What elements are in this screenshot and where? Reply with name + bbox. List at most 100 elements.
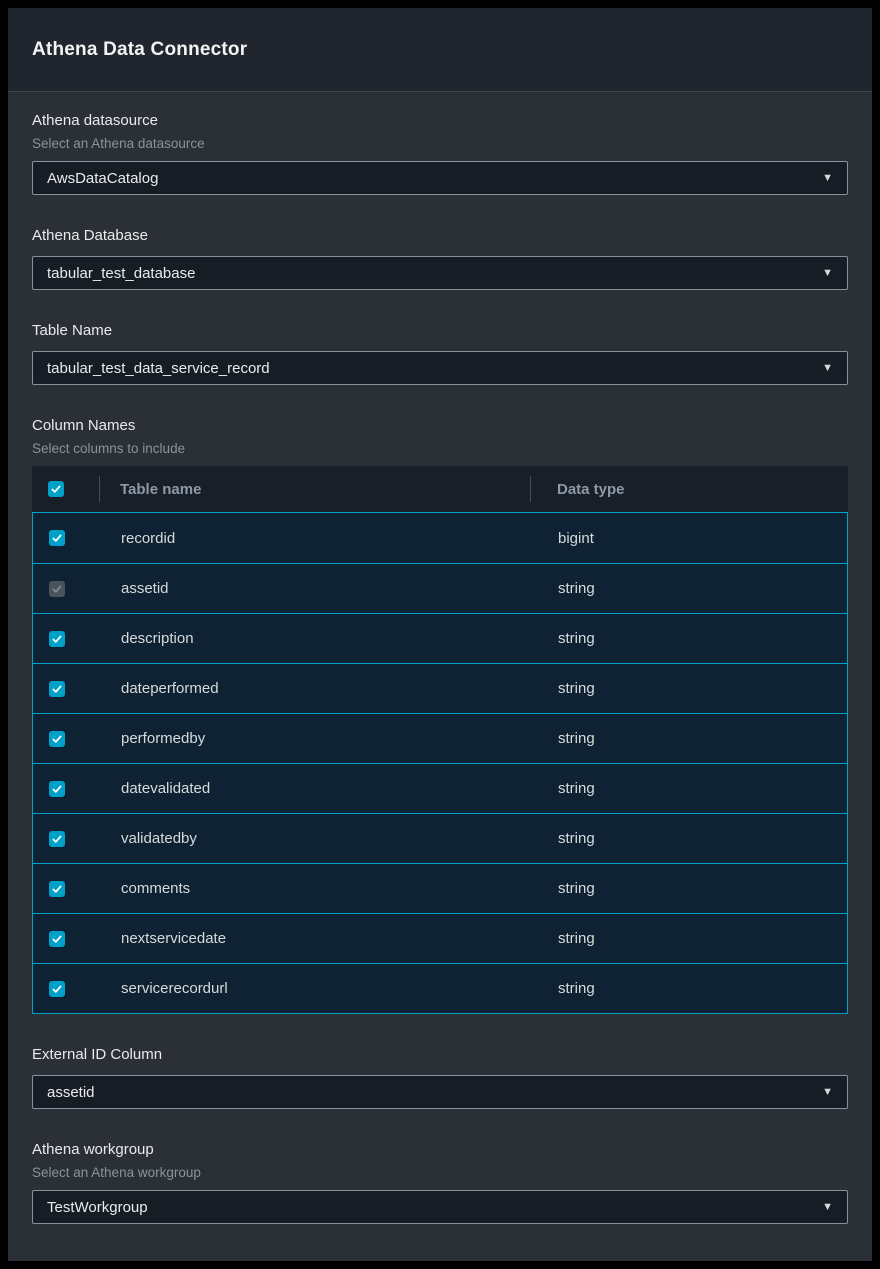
column-name-cell: datevalidated (100, 780, 531, 797)
chevron-down-icon: ▼ (822, 363, 833, 374)
row-checkbox[interactable] (49, 781, 65, 797)
check-icon (51, 833, 63, 845)
row-checkbox[interactable] (49, 931, 65, 947)
table-row[interactable]: comments string (33, 863, 847, 913)
column-name-cell: dateperformed (100, 680, 531, 697)
column-type-cell: string (531, 780, 847, 797)
row-checkbox[interactable] (49, 530, 65, 546)
datasource-description: Select an Athena datasource (32, 136, 848, 151)
column-header-type: Data type (530, 466, 848, 512)
check-icon (51, 933, 63, 945)
external-id-select[interactable]: assetid ▼ (32, 1075, 848, 1109)
chevron-down-icon: ▼ (822, 268, 833, 279)
datasource-select-value: AwsDataCatalog (47, 170, 158, 187)
row-checkbox-cell (33, 731, 100, 747)
row-checkbox[interactable] (49, 981, 65, 997)
check-icon (51, 983, 63, 995)
table-row[interactable]: validatedby string (33, 813, 847, 863)
column-type-cell: bigint (531, 530, 847, 547)
row-checkbox[interactable] (49, 631, 65, 647)
columns-table-header: Table name Data type (32, 466, 848, 512)
panel-body: Athena datasource Select an Athena datas… (8, 92, 872, 1261)
chevron-down-icon: ▼ (822, 1087, 833, 1098)
check-icon (51, 633, 63, 645)
column-type-cell: string (531, 630, 847, 647)
row-checkbox[interactable] (49, 881, 65, 897)
row-checkbox-cell (33, 781, 100, 797)
column-names-label: Column Names (32, 417, 848, 434)
column-type-cell: string (531, 930, 847, 947)
panel-header: Athena Data Connector (8, 8, 872, 92)
column-name-cell: comments (100, 880, 531, 897)
table-row[interactable]: nextservicedate string (33, 913, 847, 963)
column-type-cell: string (531, 980, 847, 997)
column-name-cell: nextservicedate (100, 930, 531, 947)
datasource-select[interactable]: AwsDataCatalog ▼ (32, 161, 848, 195)
column-type-cell: string (531, 680, 847, 697)
columns-table-body: recordid bigint assetid string descripti… (32, 512, 848, 1014)
chevron-down-icon: ▼ (822, 1202, 833, 1213)
row-checkbox[interactable] (49, 831, 65, 847)
column-names-description: Select columns to include (32, 441, 848, 456)
row-checkbox-cell (33, 931, 100, 947)
workgroup-label: Athena workgroup (32, 1141, 848, 1158)
table-row[interactable]: datevalidated string (33, 763, 847, 813)
column-type-cell: string (531, 730, 847, 747)
row-checkbox-cell (33, 881, 100, 897)
table-row[interactable]: description string (33, 613, 847, 663)
field-column-names: Column Names Select columns to include T… (32, 417, 848, 1014)
column-header-name: Table name (99, 466, 530, 512)
check-icon (50, 483, 62, 495)
connector-panel: Athena Data Connector Athena datasource … (8, 8, 872, 1261)
workgroup-select[interactable]: TestWorkgroup ▼ (32, 1190, 848, 1224)
columns-table: Table name Data type recordid bigint a (32, 466, 848, 1014)
check-icon (51, 883, 63, 895)
table-row[interactable]: recordid bigint (33, 513, 847, 563)
chevron-down-icon: ▼ (822, 173, 833, 184)
workgroup-select-value: TestWorkgroup (47, 1199, 148, 1216)
field-athena-database: Athena Database tabular_test_database ▼ (32, 227, 848, 290)
row-checkbox[interactable] (49, 681, 65, 697)
field-external-id-column: External ID Column assetid ▼ (32, 1046, 848, 1109)
column-name-cell: validatedby (100, 830, 531, 847)
field-athena-workgroup: Athena workgroup Select an Athena workgr… (32, 1141, 848, 1224)
row-checkbox[interactable] (49, 731, 65, 747)
column-name-cell: description (100, 630, 531, 647)
workgroup-description: Select an Athena workgroup (32, 1165, 848, 1180)
athena-connector-page: Athena Data Connector Athena datasource … (0, 0, 880, 1269)
check-icon (51, 583, 63, 595)
row-checkbox (49, 581, 65, 597)
datasource-label: Athena datasource (32, 112, 848, 129)
database-select[interactable]: tabular_test_database ▼ (32, 256, 848, 290)
table-name-select[interactable]: tabular_test_data_service_record ▼ (32, 351, 848, 385)
column-type-cell: string (531, 830, 847, 847)
row-checkbox-cell (33, 831, 100, 847)
select-all-checkbox[interactable] (48, 481, 64, 497)
table-name-select-value: tabular_test_data_service_record (47, 360, 270, 377)
column-name-cell: servicerecordurl (100, 980, 531, 997)
column-type-cell: string (531, 880, 847, 897)
check-icon (51, 783, 63, 795)
table-row[interactable]: dateperformed string (33, 663, 847, 713)
check-icon (51, 733, 63, 745)
table-row[interactable]: servicerecordurl string (33, 963, 847, 1013)
database-label: Athena Database (32, 227, 848, 244)
field-athena-datasource: Athena datasource Select an Athena datas… (32, 112, 848, 195)
column-type-cell: string (531, 580, 847, 597)
table-row[interactable]: assetid string (33, 563, 847, 613)
check-icon (51, 532, 63, 544)
page-title: Athena Data Connector (32, 39, 247, 61)
column-name-cell: recordid (100, 530, 531, 547)
row-checkbox-cell (33, 530, 100, 546)
table-name-label: Table Name (32, 322, 848, 339)
external-id-select-value: assetid (47, 1084, 95, 1101)
field-table-name: Table Name tabular_test_data_service_rec… (32, 322, 848, 385)
row-checkbox-cell (33, 581, 100, 597)
column-name-cell: performedby (100, 730, 531, 747)
row-checkbox-cell (33, 981, 100, 997)
table-row[interactable]: performedby string (33, 713, 847, 763)
row-checkbox-cell (33, 631, 100, 647)
row-checkbox-cell (33, 681, 100, 697)
check-icon (51, 683, 63, 695)
external-id-label: External ID Column (32, 1046, 848, 1063)
